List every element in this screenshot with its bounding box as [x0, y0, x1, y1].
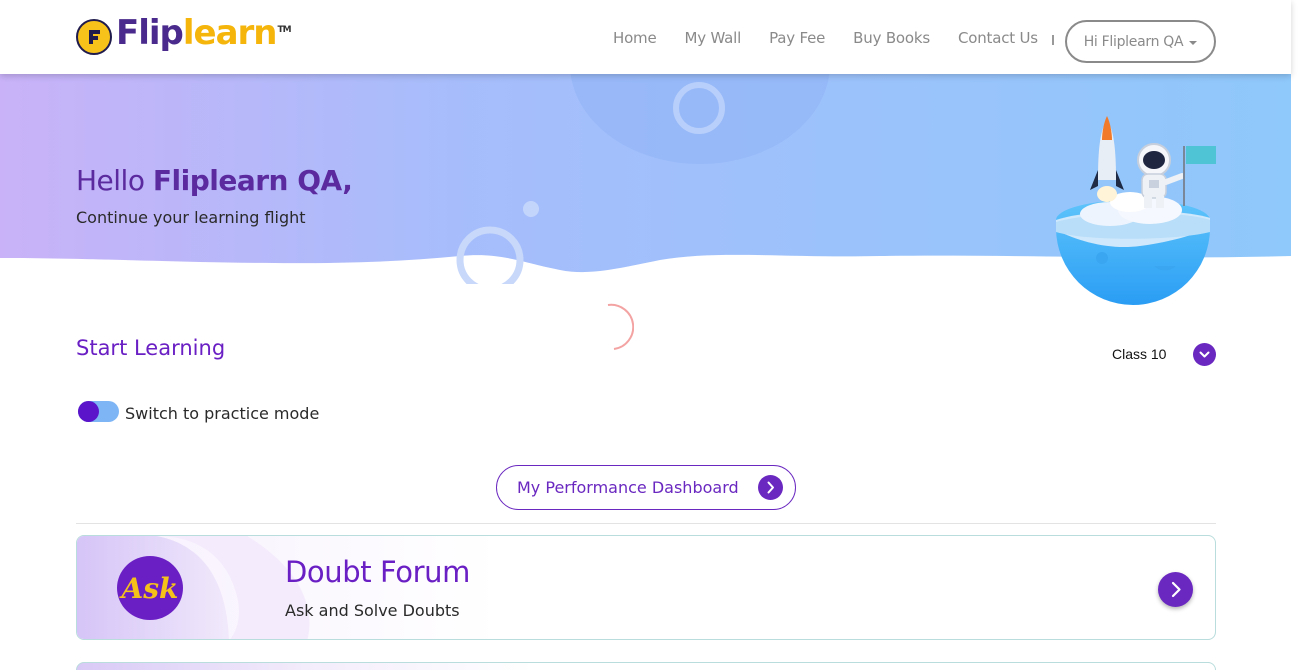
hero-subtitle: Continue your learning flight: [76, 208, 306, 227]
nav-contact-us[interactable]: Contact Us: [958, 29, 1038, 47]
user-menu-button[interactable]: Hi Fliplearn QA: [1065, 20, 1216, 63]
nav-home[interactable]: Home: [613, 29, 657, 47]
performance-dashboard-label: My Performance Dashboard: [517, 478, 739, 497]
card-background: [77, 536, 497, 639]
chevron-down-icon: [1199, 351, 1210, 358]
hero-greeting: Hello Fliplearn QA,: [76, 164, 353, 197]
logo-trademark: TM: [277, 24, 292, 35]
next-card-partial[interactable]: [76, 662, 1216, 670]
class-selector-value[interactable]: Class 10: [1112, 346, 1166, 362]
nav-separator: [1052, 35, 1054, 45]
fliplearn-logo[interactable]: FliplearnTM: [76, 13, 292, 57]
greeting-name: Fliplearn QA,: [152, 164, 353, 197]
page-edge: [1291, 0, 1301, 670]
performance-dashboard-button[interactable]: My Performance Dashboard: [496, 465, 796, 510]
doubt-forum-open-button[interactable]: [1158, 572, 1193, 607]
start-learning-title: Start Learning: [76, 336, 226, 360]
class-dropdown-button[interactable]: [1193, 343, 1216, 366]
logo-text-flip: Flip: [116, 12, 184, 53]
spinner-icon: [607, 303, 634, 350]
section-divider: [76, 523, 1216, 524]
practice-mode-toggle[interactable]: [78, 401, 119, 422]
greeting-prefix: Hello: [76, 164, 145, 197]
chevron-right-icon: [1171, 581, 1181, 598]
doubt-forum-subtitle: Ask and Solve Doubts: [285, 601, 460, 620]
logo-wordmark: FliplearnTM: [116, 12, 292, 62]
doubt-forum-card[interactable]: Ask Doubt Forum Ask and Solve Doubts: [76, 535, 1216, 640]
caret-down-icon: [1189, 40, 1198, 45]
main-nav: Home My Wall Pay Fee Buy Books Contact U…: [613, 29, 1038, 47]
top-header: FliplearnTM Home My Wall Pay Fee Buy Boo…: [0, 0, 1291, 74]
logo-badge-icon: [76, 19, 112, 55]
astronaut-rocket-illustration: [1056, 116, 1216, 305]
nav-buy-books[interactable]: Buy Books: [853, 29, 930, 47]
chevron-right-icon: [767, 481, 774, 494]
logo-text-learn: learn: [182, 12, 278, 53]
nav-pay-fee[interactable]: Pay Fee: [769, 29, 825, 47]
practice-mode-label: Switch to practice mode: [125, 404, 320, 423]
user-menu-label: Hi Fliplearn QA: [1083, 33, 1184, 50]
doubt-forum-title: Doubt Forum: [285, 555, 470, 589]
nav-my-wall[interactable]: My Wall: [685, 29, 742, 47]
performance-arrow-button: [758, 475, 783, 500]
ask-icon: Ask: [117, 556, 183, 620]
toggle-knob: [78, 401, 99, 422]
